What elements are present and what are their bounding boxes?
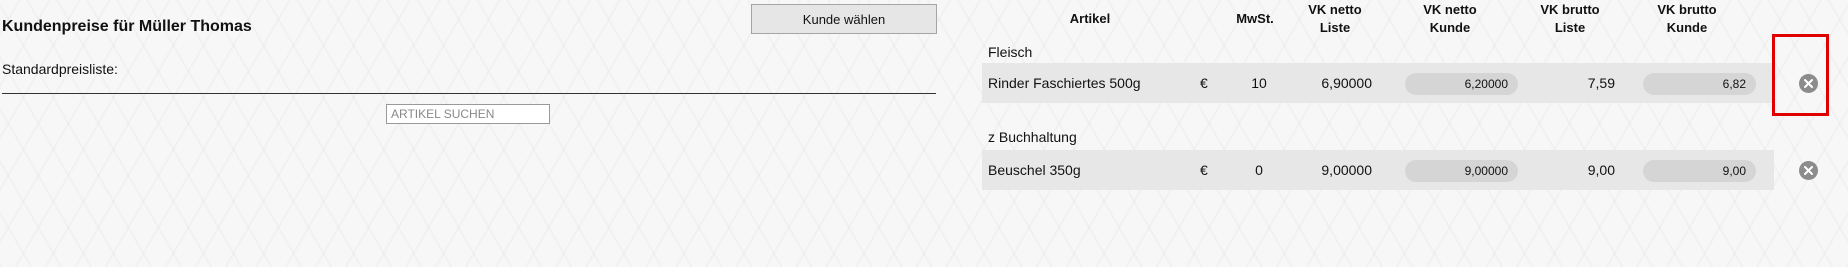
page-title: Kundenpreise für Müller Thomas bbox=[2, 18, 252, 35]
header-vk-netto-kunde-line2: Kunde bbox=[1429, 20, 1471, 35]
highlight-box bbox=[1772, 34, 1829, 116]
header-vat: MwSt. bbox=[1236, 11, 1274, 26]
header-article: Artikel bbox=[1069, 11, 1111, 26]
table-row[interactable]: Beuschel 350g € 0 9,00000 9,00000 9,00 9… bbox=[982, 150, 1818, 190]
standard-pricelist-label: Standardpreisliste: bbox=[2, 61, 118, 77]
header-vk-brutto-kunde-line2: Kunde bbox=[1666, 20, 1708, 35]
vk-brutto-liste-value: 9,00 bbox=[1587, 162, 1615, 178]
group-label: Fleisch bbox=[988, 44, 1033, 60]
currency-symbol: € bbox=[1200, 162, 1208, 178]
standard-pricelist-underline[interactable] bbox=[2, 93, 936, 94]
header-vk-brutto-kunde: VK brutto Kunde bbox=[1642, 1, 1732, 37]
header-vk-brutto-liste-line2: Liste bbox=[1554, 20, 1586, 35]
vk-netto-kunde-input[interactable]: 9,00000 bbox=[1405, 160, 1518, 182]
header-vk-netto-kunde-line1: VK netto bbox=[1423, 2, 1477, 17]
header-vk-brutto-liste: VK brutto Liste bbox=[1525, 1, 1615, 37]
group-label: z Buchhaltung bbox=[988, 129, 1077, 145]
article-name: Rinder Faschiertes 500g bbox=[988, 75, 1141, 91]
header-vk-netto-liste: VK netto Liste bbox=[1290, 1, 1380, 37]
vat-value: 0 bbox=[1255, 162, 1263, 178]
vk-netto-kunde-input[interactable]: 6,20000 bbox=[1405, 73, 1518, 95]
choose-customer-button[interactable]: Kunde wählen bbox=[751, 4, 937, 34]
vk-netto-liste-value: 6,90000 bbox=[1321, 75, 1372, 91]
header-vk-netto-liste-line1: VK netto bbox=[1308, 2, 1362, 17]
table-row[interactable]: Rinder Faschiertes 500g € 10 6,90000 6,2… bbox=[982, 63, 1818, 103]
vat-value: 10 bbox=[1251, 75, 1267, 91]
close-circle-icon bbox=[1804, 166, 1813, 175]
delete-row-button[interactable] bbox=[1799, 161, 1818, 180]
header-vk-brutto-liste-line1: VK brutto bbox=[1540, 2, 1600, 17]
vk-brutto-liste-value: 7,59 bbox=[1587, 75, 1615, 91]
article-search-input[interactable] bbox=[386, 104, 550, 124]
header-vk-netto-kunde: VK netto Kunde bbox=[1405, 1, 1495, 37]
header-vk-brutto-kunde-line1: VK brutto bbox=[1657, 2, 1717, 17]
vk-netto-liste-value: 9,00000 bbox=[1321, 162, 1372, 178]
header-vk-netto-liste-line2: Liste bbox=[1319, 20, 1351, 35]
currency-symbol: € bbox=[1200, 75, 1208, 91]
article-name: Beuschel 350g bbox=[988, 162, 1081, 178]
vk-brutto-kunde-input[interactable]: 6,82 bbox=[1643, 73, 1756, 95]
vk-brutto-kunde-input[interactable]: 9,00 bbox=[1643, 160, 1756, 182]
